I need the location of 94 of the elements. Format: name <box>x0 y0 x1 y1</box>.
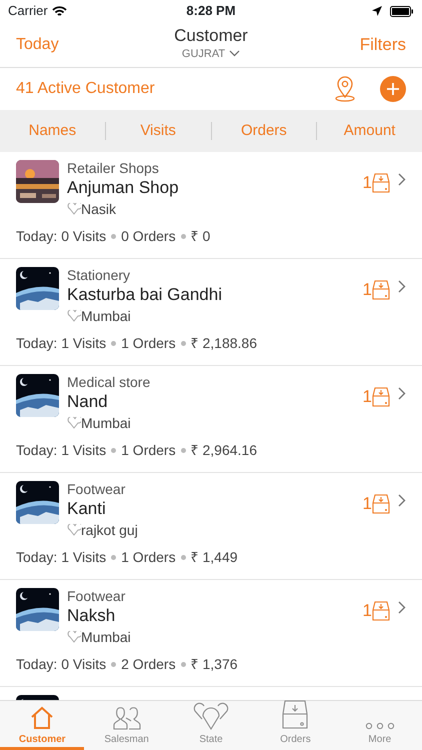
chevron-down-icon <box>229 50 240 58</box>
row-chevron-button[interactable] <box>398 601 406 614</box>
separator-dot <box>180 448 186 453</box>
today-label: Today: <box>16 440 58 460</box>
customer-name: Kasturba bai Gandhi <box>67 284 223 306</box>
pending-orders-button[interactable]: 1 <box>362 384 390 410</box>
customer-category: Retailer Shops <box>67 160 160 177</box>
map-pin-icon <box>334 76 356 102</box>
separator-dot <box>180 340 186 346</box>
visit-count: 1 Visits <box>61 548 106 567</box>
separator-dot <box>180 662 186 667</box>
order-count: 0 Orders <box>121 226 176 246</box>
battery-icon <box>390 6 414 16</box>
location-arrow-icon <box>372 6 382 16</box>
inbox-download-icon <box>372 172 390 193</box>
tab-item[interactable]: More <box>338 701 422 750</box>
map-button[interactable] <box>334 76 356 102</box>
more-dots-icon <box>364 722 395 730</box>
order-amount: ₹ 1,376 <box>190 654 238 674</box>
sort-header[interactable]: Names <box>28 120 76 142</box>
order-amount: ₹ 0 <box>190 226 210 246</box>
chevron-right-icon <box>398 280 406 293</box>
row-chevron-button[interactable] <box>398 494 406 507</box>
active-customer-count: 41 Active Customer <box>16 79 156 99</box>
customer-city: Mumbai <box>81 628 131 647</box>
map-pins-icon <box>193 702 230 730</box>
order-count: 1 Orders <box>121 440 176 460</box>
today-label: Today: <box>16 226 58 246</box>
inbox-download-icon <box>372 280 390 300</box>
inbox-download-icon <box>281 700 310 730</box>
visit-count: 0 Visits <box>61 226 106 246</box>
today-button[interactable]: Today <box>16 32 174 56</box>
status-time: 8:28 PM <box>185 2 237 20</box>
customer-name: Anjuman Shop <box>67 176 180 199</box>
pending-orders-button[interactable]: 1 <box>362 491 390 516</box>
separator-dot <box>180 554 186 560</box>
inbox-download-icon <box>372 494 390 514</box>
wifi-icon <box>52 6 67 16</box>
tab-item[interactable]: Customer <box>0 701 84 750</box>
inbox-download-icon <box>372 600 390 621</box>
pending-orders-button[interactable]: 1 <box>362 277 390 302</box>
today-label: Today: <box>16 334 58 353</box>
visit-count: 1 Visits <box>61 440 106 460</box>
nav-title: Customer <box>174 26 248 46</box>
customer-city: Mumbai <box>81 414 131 433</box>
add-customer-button[interactable] <box>380 76 406 102</box>
customer-city: rajkot guj <box>81 520 138 540</box>
row-chevron-button[interactable] <box>398 280 406 293</box>
order-amount: ₹ 2,964.16 <box>190 440 257 460</box>
customer-category: Footwear <box>67 481 126 498</box>
pending-orders-button[interactable]: 1 <box>362 170 390 196</box>
plus-icon <box>380 76 406 102</box>
tab-item[interactable]: Orders <box>253 701 338 750</box>
separator-dot <box>111 234 116 239</box>
separator-dot <box>111 554 116 560</box>
chevron-right-icon <box>398 387 406 400</box>
separator-dot <box>111 448 116 453</box>
customer-category: Footwear <box>67 588 126 605</box>
chevron-right-icon <box>398 601 406 614</box>
inbox-download-icon <box>372 386 390 407</box>
sort-header[interactable]: Amount <box>344 120 396 142</box>
customer-name: Nand <box>67 390 109 413</box>
visit-count: 1 Visits <box>61 334 106 353</box>
customer-name: Kanti <box>67 498 107 520</box>
today-label: Today: <box>16 654 58 674</box>
customer-city: Mumbai <box>81 306 131 326</box>
home-icon <box>29 706 56 730</box>
row-chevron-button[interactable] <box>398 387 406 400</box>
tab-item[interactable]: Salesman <box>84 701 169 750</box>
filters-button[interactable]: Filters <box>248 32 406 58</box>
tab-item[interactable]: State <box>168 701 254 750</box>
order-count: 1 Orders <box>121 548 176 567</box>
order-count: 1 Orders <box>121 334 176 353</box>
customer-category: Stationery <box>67 267 132 284</box>
visit-count: 0 Visits <box>61 654 106 674</box>
customer-name: Naksh <box>67 604 116 627</box>
order-count: 2 Orders <box>121 654 176 674</box>
customer-city: Nasik <box>81 200 116 219</box>
order-amount: ₹ 1,449 <box>190 548 238 567</box>
row-chevron-button[interactable] <box>398 173 406 186</box>
chevron-right-icon <box>398 494 406 507</box>
region-dropdown[interactable]: GUJRAT <box>182 46 240 62</box>
sort-header[interactable]: Orders <box>240 120 287 142</box>
carrier-label: Carrier <box>8 2 48 20</box>
pending-orders-button[interactable]: 1 <box>362 598 390 624</box>
today-label: Today: <box>16 548 58 567</box>
separator-dot <box>111 340 116 346</box>
order-amount: ₹ 2,188.86 <box>190 334 257 353</box>
customer-category: Medical store <box>67 374 152 391</box>
separator-dot <box>111 662 116 667</box>
separator-dot <box>180 234 186 239</box>
chevron-right-icon <box>398 173 406 186</box>
people-icon <box>112 704 142 730</box>
sort-header[interactable]: Visits <box>140 120 176 142</box>
